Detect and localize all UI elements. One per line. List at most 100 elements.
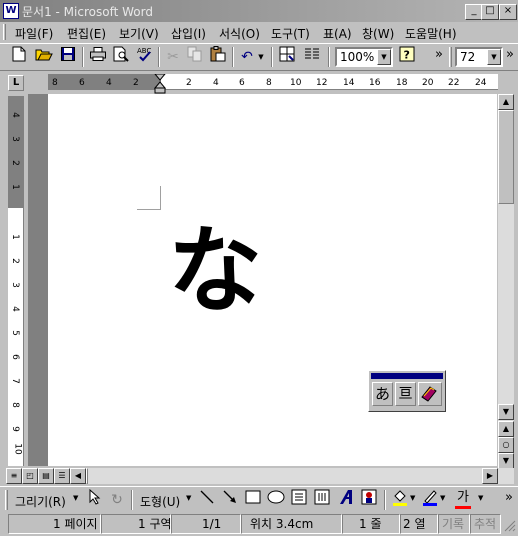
web-layout-view-icon[interactable]: ◰ xyxy=(22,468,38,484)
font-color-swatch xyxy=(455,506,471,509)
indent-marker-icon[interactable] xyxy=(153,73,167,94)
menu-help[interactable]: 도움말(H) xyxy=(405,25,457,42)
menu-insert[interactable]: 삽입(I) xyxy=(171,25,206,42)
menu-window[interactable]: 창(W) xyxy=(362,25,394,42)
ruler-tick-label: 3 xyxy=(9,136,20,142)
drawing-toolbar: 그리기(R) ▼ ↻ 도형(U) ▼ ▼ ▼ 가 ▼ » xyxy=(0,486,518,514)
ruler-tick-label: 14 xyxy=(343,78,355,88)
office-assistant-help-icon[interactable]: ? xyxy=(396,46,418,68)
line-color-pen-icon[interactable] xyxy=(419,489,441,511)
font-size-dropdown-arrow-icon[interactable]: ▼ xyxy=(487,49,501,65)
ruler-tick-label: 7 xyxy=(9,378,20,384)
title-bar: W 문서1 - Microsoft Word _ □ × xyxy=(0,0,518,22)
ruler-tick-label: 4 xyxy=(106,78,112,88)
ime-dictionary-book-icon[interactable] xyxy=(418,382,442,406)
save-disk-icon[interactable] xyxy=(57,46,79,68)
status-page[interactable]: 1 페이지 xyxy=(8,514,101,534)
free-rotate-icon[interactable]: ↻ xyxy=(106,489,128,511)
status-rec[interactable]: 기록 xyxy=(438,514,470,534)
select-objects-pointer-icon[interactable] xyxy=(84,488,106,511)
autoshapes-dropdown-arrow-icon[interactable]: ▼ xyxy=(186,494,191,502)
scroll-down-arrow-icon[interactable]: ▼ xyxy=(498,404,514,420)
normal-view-icon[interactable]: ≡ xyxy=(6,468,22,484)
open-folder-icon[interactable] xyxy=(33,46,55,68)
status-track[interactable]: 추적 xyxy=(470,514,501,534)
document-text-character[interactable]: な xyxy=(168,216,262,326)
ruler-tick-label: 10 xyxy=(290,78,302,88)
ruler-tick-label: 6 xyxy=(239,78,245,88)
next-page-icon[interactable]: ▼ xyxy=(498,453,514,469)
ruler-tick-label: 1 xyxy=(9,184,20,190)
text-box-icon[interactable] xyxy=(288,489,310,511)
copy-icon[interactable] xyxy=(184,46,206,68)
oval-tool-icon[interactable] xyxy=(265,489,287,511)
menu-table[interactable]: 표(A) xyxy=(323,25,352,42)
menu-grip xyxy=(3,24,6,40)
toolbar-more-chevron-icon[interactable]: » xyxy=(428,44,450,66)
draw-menu-button[interactable]: 그리기(R) xyxy=(15,493,66,510)
resize-grip-icon[interactable] xyxy=(502,518,516,532)
rectangle-tool-icon[interactable] xyxy=(242,489,264,511)
draw-dropdown-arrow-icon[interactable]: ▼ xyxy=(73,494,78,502)
menu-format[interactable]: 서식(O) xyxy=(219,25,260,42)
columns-icon[interactable] xyxy=(301,46,323,68)
new-document-icon[interactable] xyxy=(8,46,30,68)
print-preview-icon[interactable] xyxy=(110,46,132,68)
undo-dropdown-arrow-icon[interactable]: ▼ xyxy=(256,46,266,68)
status-pages[interactable]: 1/1 xyxy=(171,514,241,534)
line-tool-icon[interactable] xyxy=(196,489,218,511)
ruler-tick-label: 4 xyxy=(9,306,20,312)
spelling-check-icon[interactable]: ABC xyxy=(134,46,156,68)
zoom-combo[interactable]: 100% ▼ xyxy=(335,47,393,67)
line-color-dropdown-arrow-icon[interactable]: ▼ xyxy=(440,494,445,502)
status-line[interactable]: 1 줄 xyxy=(342,514,400,534)
menu-view[interactable]: 보기(V) xyxy=(119,25,159,42)
font-size-combo[interactable]: 72 ▼ xyxy=(455,47,503,67)
fill-color-dropdown-arrow-icon[interactable]: ▼ xyxy=(410,494,415,502)
arrow-tool-icon[interactable] xyxy=(219,489,241,511)
zoom-dropdown-arrow-icon[interactable]: ▼ xyxy=(377,49,391,65)
toolbar-grip xyxy=(5,490,8,510)
paste-clipboard-icon[interactable] xyxy=(207,46,229,68)
print-layout-view-icon[interactable]: ▤ xyxy=(38,468,54,484)
ruler-tick-label: 4 xyxy=(9,112,20,118)
drawing-toolbar-more-chevron-icon[interactable]: » xyxy=(502,487,516,509)
cut-scissors-icon[interactable]: ✂ xyxy=(162,46,184,68)
ruler-tick-label: 2 xyxy=(133,78,139,88)
undo-icon[interactable]: ↶ xyxy=(236,46,258,68)
close-button[interactable]: × xyxy=(499,4,517,20)
toolbar2-more-chevron-icon[interactable]: » xyxy=(503,44,517,66)
status-column[interactable]: 2 열 xyxy=(400,514,438,534)
select-browse-object-icon[interactable]: ○ xyxy=(498,437,514,453)
vertical-text-box-icon[interactable] xyxy=(311,489,333,511)
tab-selector-button[interactable]: L xyxy=(6,74,24,92)
autoshapes-menu-button[interactable]: 도형(U) xyxy=(140,493,180,510)
text-boundary-corner xyxy=(137,186,161,210)
scroll-right-arrow-icon[interactable]: ▶ xyxy=(482,468,498,484)
tables-borders-icon[interactable] xyxy=(276,46,298,68)
previous-page-icon[interactable]: ▲ xyxy=(498,421,514,437)
fill-color-bucket-icon[interactable] xyxy=(389,489,411,511)
maximize-button[interactable]: □ xyxy=(481,4,499,20)
font-color-dropdown-arrow-icon[interactable]: ▼ xyxy=(478,494,483,502)
wordart-icon[interactable] xyxy=(335,489,357,511)
h-scrollbar-thumb[interactable] xyxy=(86,468,88,484)
print-icon[interactable] xyxy=(87,46,109,68)
outline-view-icon[interactable]: ☰ xyxy=(54,468,70,484)
menu-file[interactable]: 파일(F) xyxy=(15,25,53,42)
clipart-icon[interactable] xyxy=(358,489,380,511)
menu-edit[interactable]: 편집(E) xyxy=(67,25,106,42)
ime-mode-button[interactable]: あ xyxy=(372,382,393,406)
status-position[interactable]: 위치 3.4cm xyxy=(241,514,342,534)
ime-title-strip[interactable] xyxy=(371,373,443,379)
scroll-up-arrow-icon[interactable]: ▲ xyxy=(498,94,514,110)
scrollbar-thumb[interactable] xyxy=(498,110,514,204)
status-section[interactable]: 1 구역 xyxy=(101,514,172,534)
ime-hanja-convert-button[interactable]: 亘 xyxy=(395,382,416,406)
scroll-left-arrow-icon[interactable]: ◀ xyxy=(70,468,86,484)
font-color-button[interactable]: 가 xyxy=(454,490,472,510)
toolbar-separator xyxy=(384,490,386,510)
menu-tools[interactable]: 도구(T) xyxy=(271,25,310,42)
page-edge-gray xyxy=(28,94,48,466)
word-app-icon[interactable]: W xyxy=(3,3,19,19)
